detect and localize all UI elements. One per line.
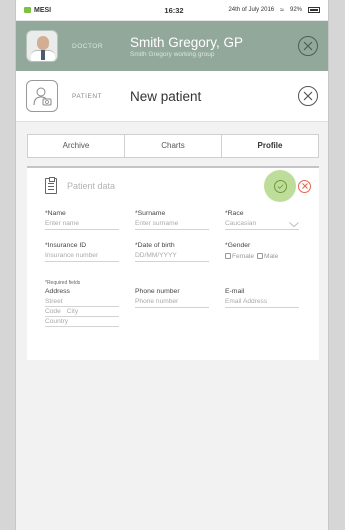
email-input[interactable]: Email Address <box>225 297 299 308</box>
avatar-head <box>37 36 49 50</box>
doctor-role-label: DOCTOR <box>72 42 104 50</box>
clipboard-icon <box>45 177 57 194</box>
wifi-icon: ≈ <box>280 6 284 14</box>
patient-person-icon <box>33 87 52 106</box>
tab-profile[interactable]: Profile <box>222 135 318 157</box>
address-field-group: Address Street Code City Country <box>45 288 135 327</box>
close-icon <box>301 183 308 189</box>
patient-avatar[interactable] <box>26 80 58 112</box>
email-label: E-mail <box>225 288 245 295</box>
doctor-name: Smith Gregory, GP <box>130 34 244 50</box>
avatar-tie <box>41 50 45 60</box>
battery-icon <box>308 7 320 13</box>
app-frame: MESI 16:32 24th of July 2016 ≈ 92% DOCTO… <box>15 0 329 530</box>
insurance-field-group: *Insurance ID Insurance number <box>45 242 135 262</box>
insurance-input[interactable]: Insurance number <box>45 251 119 262</box>
race-label: *Race <box>225 210 244 217</box>
patient-name: New patient <box>130 88 202 104</box>
patient-role-label: PATIENT <box>72 92 102 100</box>
clipboard-line <box>48 186 54 187</box>
brand-name: MESI <box>34 6 52 14</box>
surname-label: *Surname <box>135 210 166 217</box>
close-icon <box>303 91 313 101</box>
form-row-contact: Address Street Code City Country Phone n… <box>45 288 315 327</box>
status-time: 16:32 <box>164 5 184 15</box>
dob-input[interactable]: DD/MM/YYYY <box>135 251 209 262</box>
dob-label: *Date of birth <box>135 242 175 249</box>
gender-male-option[interactable]: Male <box>257 253 278 260</box>
name-field-group: *Name Enter name <box>45 210 135 230</box>
check-mark <box>277 183 283 189</box>
doctor-header: DOCTOR Smith Gregory, GP Smith Gregory w… <box>16 21 328 71</box>
code-input[interactable]: Code <box>45 307 61 316</box>
brand-logo-icon <box>24 7 31 13</box>
form-row-identity: *Name Enter name *Surname Enter surname … <box>45 210 315 230</box>
tab-bar: Archive Charts Profile <box>27 134 319 158</box>
gender-field-group: *Gender Female Male <box>225 242 315 262</box>
race-select[interactable]: Caucasian <box>225 219 299 230</box>
gender-options: Female Male <box>225 251 305 262</box>
female-checkbox[interactable] <box>225 253 231 260</box>
email-field-group: E-mail Email Address <box>225 288 315 327</box>
city-input[interactable]: City <box>67 307 78 316</box>
patient-close-button[interactable] <box>298 86 318 106</box>
doctor-group: Smith Gregory working group <box>130 50 215 58</box>
chevron-down-icon <box>289 221 299 227</box>
cancel-button[interactable] <box>298 179 311 193</box>
male-label: Male <box>264 253 279 260</box>
phone-label: Phone number <box>135 288 180 295</box>
status-brand: MESI <box>24 7 144 14</box>
race-field-group: *Race Caucasian <box>225 210 315 230</box>
required-fields-note: *Required fields <box>45 280 81 286</box>
name-label: *Name <box>45 210 66 217</box>
card-title: Patient data <box>67 181 116 191</box>
status-date: 24th of July 2016 <box>228 7 275 13</box>
doctor-close-button[interactable] <box>298 36 318 56</box>
address-label: Address <box>45 288 70 295</box>
patient-header: PATIENT New patient <box>16 71 328 122</box>
close-icon <box>303 41 313 51</box>
female-label: Female <box>232 253 254 260</box>
tab-charts[interactable]: Charts <box>125 135 222 157</box>
insurance-label: *Insurance ID <box>45 242 87 249</box>
battery-percent: 92% <box>289 7 302 13</box>
patient-data-card: Patient data *Name Enter name *Surname E… <box>27 166 319 360</box>
dob-field-group: *Date of birth DD/MM/YYYY <box>135 242 225 262</box>
street-input[interactable]: Street <box>45 297 119 307</box>
status-bar: MESI 16:32 24th of July 2016 ≈ 92% <box>16 0 328 21</box>
clipboard-line <box>48 183 54 184</box>
form-row-details: *Insurance ID Insurance number *Date of … <box>45 242 315 262</box>
check-icon <box>273 179 287 193</box>
surname-input[interactable]: Enter surname <box>135 219 209 230</box>
male-checkbox[interactable] <box>257 253 263 260</box>
clipboard-line <box>48 189 54 190</box>
doctor-names: Smith Gregory, GP Smith Gregory working … <box>130 35 298 58</box>
phone-field-group: Phone number Phone number <box>135 288 225 327</box>
code-city-row: Code City <box>45 307 119 317</box>
race-value: Caucasian <box>225 220 257 227</box>
status-right: 24th of July 2016 ≈ 92% <box>204 7 320 14</box>
gender-label: *Gender <box>225 242 251 249</box>
name-input[interactable]: Enter name <box>45 219 119 230</box>
surname-field-group: *Surname Enter surname <box>135 210 225 230</box>
required-note-row: *Required fields <box>45 271 315 289</box>
phone-input[interactable]: Phone number <box>135 297 209 308</box>
confirm-button[interactable] <box>264 170 296 202</box>
country-input[interactable]: Country <box>45 317 119 327</box>
doctor-avatar[interactable] <box>26 30 58 62</box>
tab-archive[interactable]: Archive <box>28 135 125 157</box>
gender-female-option[interactable]: Female <box>225 253 254 260</box>
card-header: Patient data <box>27 168 319 204</box>
